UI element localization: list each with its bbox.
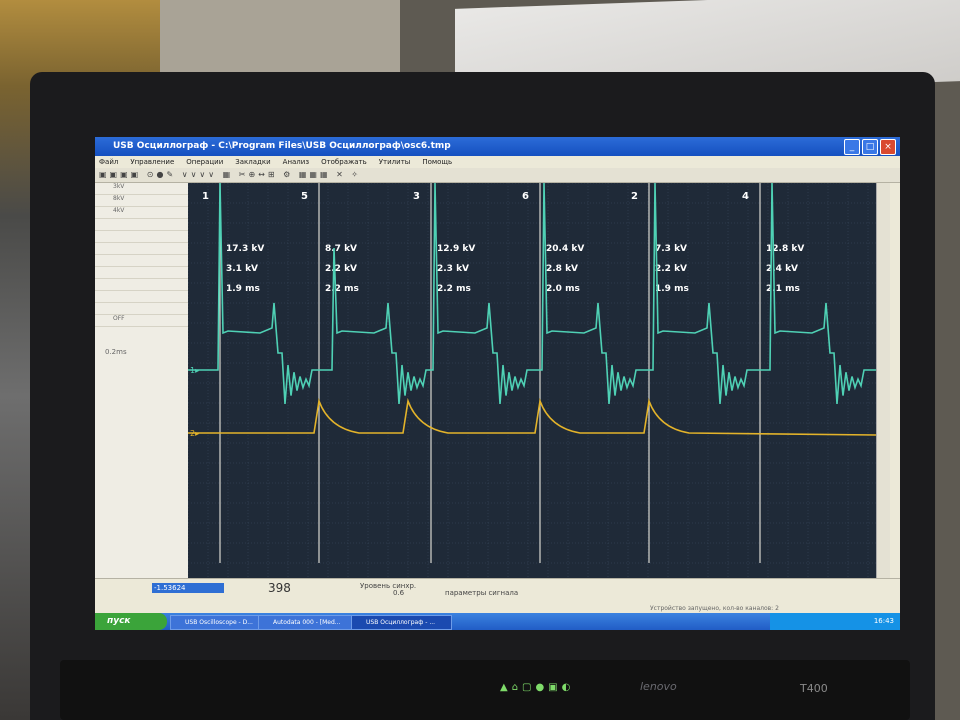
taskbar: пуск USB Oscilloscope - D... Autodata 00… bbox=[95, 613, 900, 630]
status-leds: ▲⌂▢●▣◐ bbox=[500, 682, 575, 693]
channel-panel: 3kV 8kV 4kV OFF 0.2ms bbox=[95, 183, 189, 581]
taskbar-item[interactable]: Autodata 000 - [Med... bbox=[258, 615, 359, 630]
taskbar-item[interactable]: USB Oscilloscope - D... bbox=[170, 615, 266, 630]
menu-bar: Файл Управление Операции Закладки Анализ… bbox=[95, 156, 900, 168]
signal-params-checkbox[interactable]: параметры сигнала bbox=[445, 589, 518, 597]
cylinder-number: 4 bbox=[742, 191, 749, 202]
channel2-waveform bbox=[188, 397, 877, 436]
laptop-brand: lenovo bbox=[640, 680, 677, 693]
channel2-marker: 2▸ bbox=[190, 429, 199, 438]
menu-utilities[interactable]: Утилиты bbox=[379, 156, 411, 168]
peak-voltage-label: 7.3 kV bbox=[655, 244, 687, 254]
vertical-scrollbar[interactable] bbox=[876, 183, 890, 578]
toolbar[interactable]: ▣▣▣▣ ⊙●✎ ∨∨∨∨ ▦ ✂⊕↔⊞ ⚙ ▦▦▦ ✕ ✧ bbox=[95, 168, 900, 183]
channel-row[interactable] bbox=[95, 231, 188, 243]
frame-counter: 398 bbox=[268, 581, 291, 595]
time-position-field[interactable]: -1.53624 bbox=[152, 583, 224, 593]
timebase-label: 0.2ms bbox=[105, 348, 127, 356]
cylinder-number: 3 bbox=[413, 191, 420, 202]
maximize-button[interactable]: □ bbox=[862, 139, 878, 155]
channel-row[interactable]: 8kV bbox=[95, 195, 188, 207]
burn-voltage-label: 2.8 kV bbox=[546, 264, 578, 274]
cylinder-number: 5 bbox=[301, 191, 308, 202]
start-button[interactable]: пуск bbox=[95, 613, 167, 630]
channel1-marker: 1▸ bbox=[190, 366, 199, 375]
cylinder-number: 1 bbox=[202, 191, 209, 202]
burn-voltage-label: 2.2 kV bbox=[655, 264, 687, 274]
background-metal-box bbox=[160, 0, 400, 80]
burn-voltage-label: 3.1 kV bbox=[226, 264, 258, 274]
laptop-model: T400 bbox=[800, 682, 828, 695]
burn-time-label: 2.0 ms bbox=[546, 284, 580, 294]
trigger-level-label: Уровень синхр. bbox=[360, 582, 417, 590]
peak-voltage-label: 8.7 kV bbox=[325, 244, 357, 254]
menu-view[interactable]: Отображать bbox=[321, 156, 367, 168]
waveform-svg: 1 17.3 kV 3.1 kV 1.9 ms 5 8.7 kV 2.2 kV 2.2 ms 3… bbox=[187, 182, 877, 578]
minimize-button[interactable]: _ bbox=[844, 139, 860, 155]
burn-time-label: 2.2 ms bbox=[437, 284, 471, 294]
menu-analysis[interactable]: Анализ bbox=[283, 156, 309, 168]
oscilloscope-plot[interactable]: 1 17.3 kV 3.1 kV 1.9 ms 5 8.7 kV 2.2 kV 2.2 ms 3… bbox=[187, 182, 877, 578]
peak-voltage-label: 12.9 kV bbox=[437, 244, 475, 254]
burn-time-label: 1.9 ms bbox=[226, 284, 260, 294]
channel-row[interactable]: 4kV bbox=[95, 207, 188, 219]
burn-voltage-label: 2.2 kV bbox=[325, 264, 357, 274]
system-clock: 16:43 bbox=[770, 613, 900, 630]
channel-row[interactable] bbox=[95, 243, 188, 255]
peak-voltage-label: 20.4 kV bbox=[546, 244, 584, 254]
burn-voltage-label: 2.3 kV bbox=[437, 264, 469, 274]
cylinder-number: 6 bbox=[522, 191, 529, 202]
off-button[interactable]: OFF bbox=[95, 315, 188, 327]
channel-row[interactable] bbox=[95, 219, 188, 231]
menu-file[interactable]: Файл bbox=[99, 156, 118, 168]
taskbar-item[interactable]: USB Осциллограф - ... bbox=[351, 615, 452, 630]
channel-row[interactable] bbox=[95, 267, 188, 279]
channel-row[interactable] bbox=[95, 303, 188, 315]
trigger-level-value[interactable]: 0.6 bbox=[393, 589, 404, 597]
laptop-keyboard-edge bbox=[60, 660, 910, 720]
menu-operations[interactable]: Операции bbox=[186, 156, 223, 168]
window-titlebar: USB Осциллограф - C:\Program Files\USB О… bbox=[95, 137, 900, 156]
channel-row[interactable] bbox=[95, 255, 188, 267]
burn-time-label: 2.2 ms bbox=[325, 284, 359, 294]
menu-help[interactable]: Помощь bbox=[422, 156, 452, 168]
bottom-controls: -1.53624 398 Уровень синхр. 0.6 параметр… bbox=[95, 578, 900, 614]
peak-voltage-label: 17.3 kV bbox=[226, 244, 264, 254]
cylinder-number: 2 bbox=[631, 191, 638, 202]
laptop-screen: USB Осциллограф - C:\Program Files\USB О… bbox=[95, 137, 900, 630]
window-title: USB Осциллограф - C:\Program Files\USB О… bbox=[113, 141, 451, 151]
menu-control[interactable]: Управление bbox=[130, 156, 174, 168]
close-button[interactable]: × bbox=[880, 139, 896, 155]
channel-row[interactable]: 3kV bbox=[95, 183, 188, 195]
burn-time-label: 1.9 ms bbox=[655, 284, 689, 294]
menu-bookmarks[interactable]: Закладки bbox=[235, 156, 270, 168]
channel-row[interactable] bbox=[95, 279, 188, 291]
status-text: Устройство запущено, кол-во каналов: 2 bbox=[650, 605, 779, 612]
channel-row[interactable] bbox=[95, 291, 188, 303]
